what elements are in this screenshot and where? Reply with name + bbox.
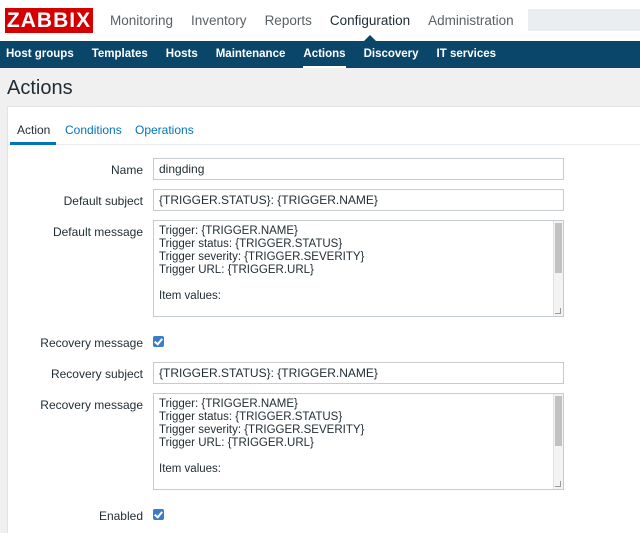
sub-menu: Host groups Templates Hosts Maintenance … xyxy=(0,41,640,68)
tab-action[interactable]: Action xyxy=(17,123,50,137)
recovery-subject-label: Recovery subject xyxy=(50,367,143,381)
default-message-scrollbar[interactable] xyxy=(553,221,563,316)
resize-grip-icon[interactable] xyxy=(555,481,561,487)
default-subject-label: Default subject xyxy=(63,194,143,208)
submenu-templates[interactable]: Templates xyxy=(92,41,148,68)
recovery-message-label: Recovery message xyxy=(40,398,143,412)
tab-conditions[interactable]: Conditions xyxy=(65,123,122,137)
menu-reports[interactable]: Reports xyxy=(265,0,312,41)
recovery-message-scrollbar[interactable] xyxy=(553,394,563,489)
default-subject-input[interactable]: {TRIGGER.STATUS}: {TRIGGER.NAME} xyxy=(153,189,564,211)
recovery-message-checkbox[interactable] xyxy=(153,336,164,347)
recovery-message-text: Trigger: {TRIGGER.NAME} Trigger status: … xyxy=(159,398,365,475)
resize-grip-icon[interactable] xyxy=(555,308,561,314)
default-message-text: Trigger: {TRIGGER.NAME} Trigger status: … xyxy=(159,225,365,302)
menu-inventory[interactable]: Inventory xyxy=(191,0,247,41)
name-label: Name xyxy=(110,163,143,177)
recovery-subject-input[interactable]: {TRIGGER.STATUS}: {TRIGGER.NAME} xyxy=(153,362,564,384)
menu-configuration[interactable]: Configuration xyxy=(330,0,410,41)
search-input[interactable] xyxy=(528,9,640,31)
active-tab-indicator xyxy=(10,142,56,145)
form-tabs: Action Conditions Operations xyxy=(8,107,640,145)
page-title: Actions xyxy=(7,77,73,99)
scrollbar-thumb[interactable] xyxy=(555,396,562,446)
submenu-hosts[interactable]: Hosts xyxy=(166,41,198,68)
action-form-panel: Action Conditions Operations Name dingdi… xyxy=(7,106,640,533)
tab-operations[interactable]: Operations xyxy=(135,123,194,137)
top-header: ZABBIX Monitoring Inventory Reports Conf… xyxy=(0,0,640,41)
default-message-label: Default message xyxy=(52,225,143,239)
recovery-message-checkbox-label: Recovery message xyxy=(40,336,143,350)
submenu-maintenance[interactable]: Maintenance xyxy=(216,41,286,68)
default-message-textarea[interactable]: Trigger: {TRIGGER.NAME} Trigger status: … xyxy=(153,220,564,317)
enabled-label: Enabled xyxy=(98,509,143,523)
submenu-actions[interactable]: Actions xyxy=(303,41,345,68)
menu-monitoring[interactable]: Monitoring xyxy=(110,0,173,41)
submenu-discovery[interactable]: Discovery xyxy=(364,41,419,68)
submenu-it-services[interactable]: IT services xyxy=(437,41,496,68)
submenu-host-groups[interactable]: Host groups xyxy=(6,41,74,68)
scrollbar-thumb[interactable] xyxy=(555,223,562,273)
main-menu: Monitoring Inventory Reports Configurati… xyxy=(110,0,532,41)
zabbix-logo[interactable]: ZABBIX xyxy=(5,8,93,33)
enabled-checkbox[interactable] xyxy=(153,509,164,520)
name-input[interactable]: dingding xyxy=(153,158,564,180)
menu-administration[interactable]: Administration xyxy=(428,0,514,41)
recovery-message-textarea[interactable]: Trigger: {TRIGGER.NAME} Trigger status: … xyxy=(153,393,564,490)
